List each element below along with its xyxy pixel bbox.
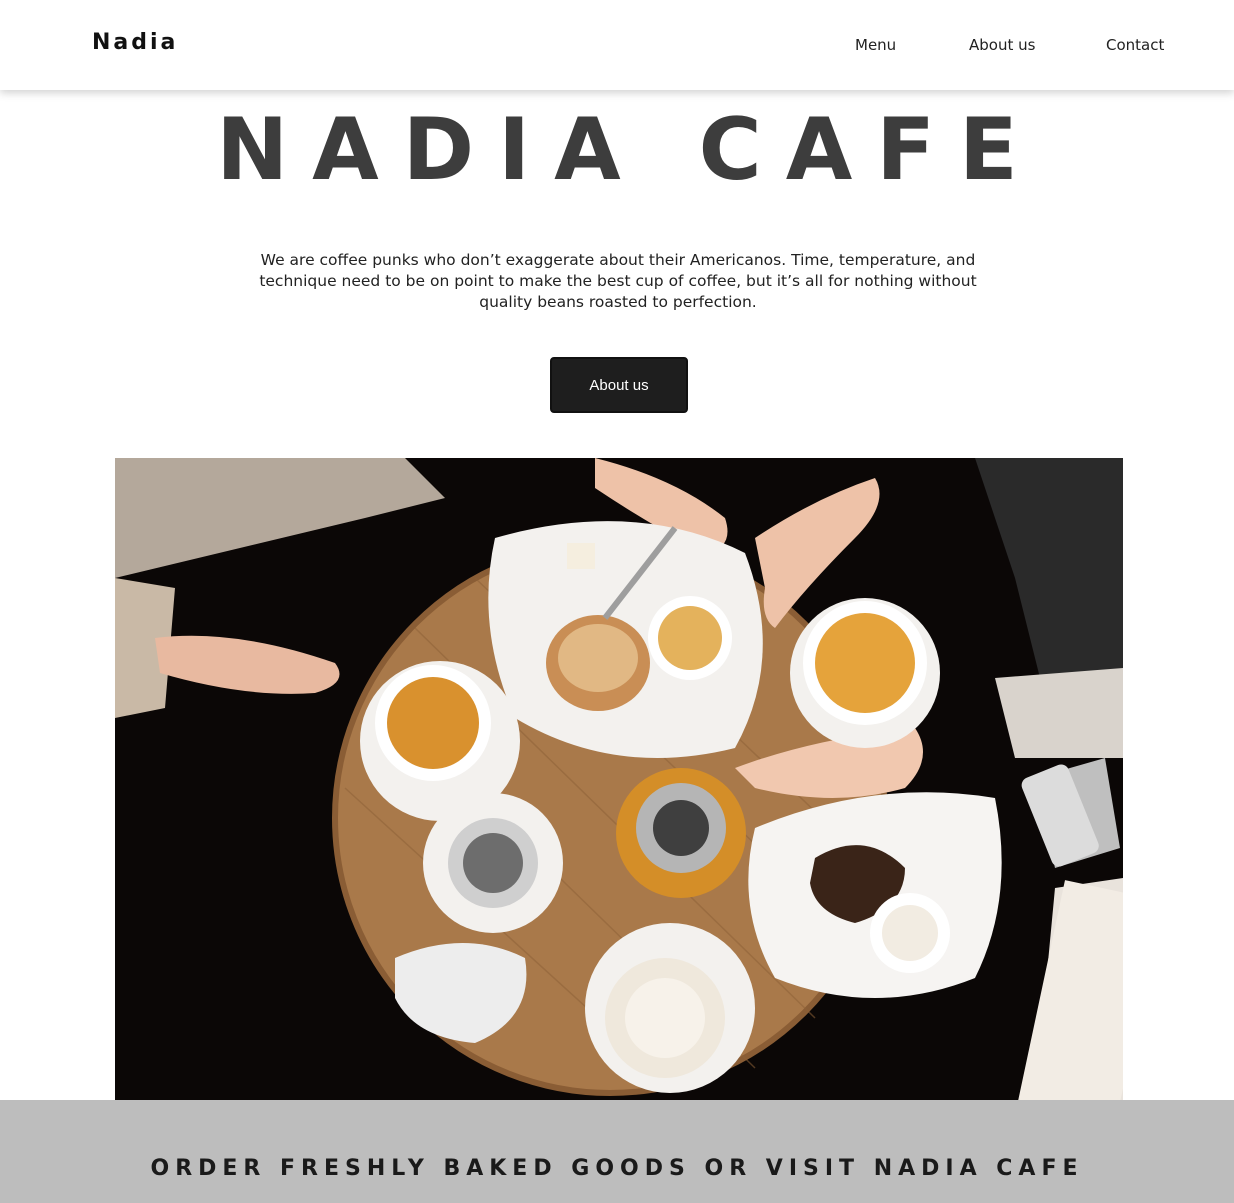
hero-title: NADIA CAFE [216, 100, 1042, 200]
nav-link-about[interactable]: About us [969, 36, 1035, 54]
about-us-button[interactable]: About us [550, 357, 688, 413]
nav-link-menu[interactable]: Menu [855, 36, 896, 54]
nav-link-contact[interactable]: Contact [1106, 36, 1164, 54]
brand-logo[interactable]: Nadia [92, 30, 178, 55]
banner-heading: ORDER FRESHLY BAKED GOODS OR VISIT NADIA… [150, 1156, 1084, 1181]
order-banner: ORDER FRESHLY BAKED GOODS OR VISIT NADIA… [0, 1100, 1234, 1203]
cafe-table-illustration [115, 458, 1123, 1100]
hero-description: We are coffee punks who don’t exaggerate… [259, 251, 977, 311]
hero-cafe-table-image [115, 458, 1123, 1100]
navbar: Nadia Menu About us Contact [0, 0, 1234, 90]
